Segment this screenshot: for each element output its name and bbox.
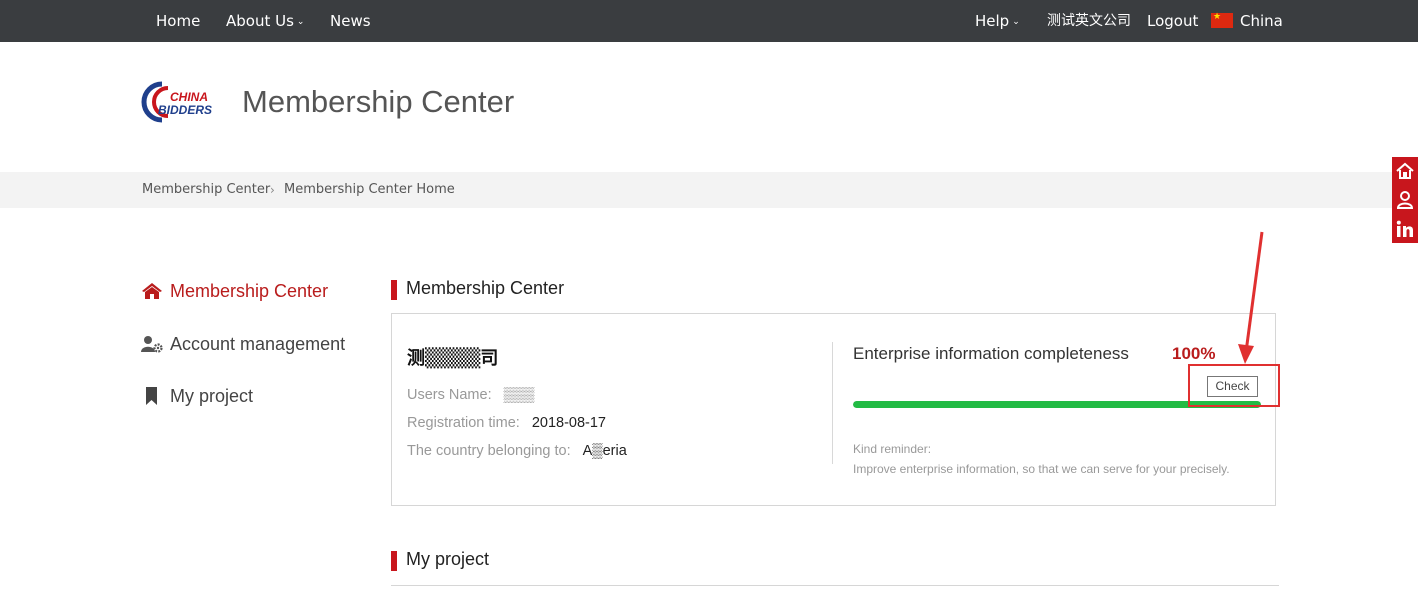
- china-flag-icon[interactable]: ★: [1211, 12, 1233, 28]
- registration-label: Registration time:: [407, 415, 520, 431]
- country-label: The country belonging to:: [407, 443, 571, 459]
- users-name-value: ▒▒▒: [503, 387, 535, 403]
- nav-company-link[interactable]: 测试英文公司: [1047, 0, 1131, 42]
- nav-news-link[interactable]: News: [330, 0, 371, 42]
- section-title: Membership Center: [406, 278, 565, 298]
- home-icon[interactable]: [1395, 161, 1415, 181]
- region-link[interactable]: China: [1240, 0, 1283, 42]
- nav-about-label: About Us: [226, 12, 294, 30]
- nav-help-label: Help: [975, 12, 1010, 30]
- users-name-label: Users Name:: [407, 387, 492, 403]
- annotation-arrow-icon: [1238, 231, 1264, 364]
- home-icon: [142, 283, 162, 299]
- logout-link[interactable]: Logout: [1147, 0, 1198, 42]
- users-name-row: Users Name: ▒▒▒: [407, 387, 534, 403]
- logo-text-top: CHINA: [170, 90, 208, 104]
- chevron-right-icon: ›: [270, 183, 275, 197]
- breadcrumb-item-membership[interactable]: Membership Center: [142, 172, 270, 208]
- section-divider: [391, 585, 1279, 586]
- breadcrumb: Membership Center › Membership Center Ho…: [0, 172, 1418, 208]
- section-title: My project: [406, 549, 490, 569]
- reminder-text: Improve enterprise information, so that …: [853, 462, 1230, 476]
- nav-about-link[interactable]: About Us ⌄: [226, 0, 304, 42]
- chevron-down-icon: ⌄: [296, 17, 305, 27]
- chevron-down-icon: ⌄: [1012, 17, 1020, 27]
- membership-info-card: 测▒▒▒▒司 Users Name: ▒▒▒ Registration time:…: [391, 313, 1276, 506]
- nav-home-link[interactable]: Home: [156, 0, 200, 42]
- logo-text-bottom: BIDDERS: [158, 103, 212, 117]
- annotation-highlight-box: [1188, 364, 1280, 407]
- sidebar-item-label: My project: [170, 386, 254, 406]
- china-bidders-logo[interactable]: CHINA BIDDERS: [140, 80, 224, 124]
- top-nav-bar: Home About Us ⌄ News Help ⌄ 测试英文公司 Logout …: [0, 0, 1418, 42]
- section-marker: [391, 551, 397, 571]
- breadcrumb-item-home: Membership Center Home: [284, 182, 455, 197]
- linkedin-icon[interactable]: [1395, 219, 1415, 239]
- sidebar-item-label: Membership Center: [170, 281, 329, 301]
- sidebar-item-label: Account management: [170, 334, 346, 354]
- user-gear-icon: [141, 336, 163, 353]
- registration-row: Registration time: 2018-08-17: [407, 415, 606, 431]
- bookmark-icon: [146, 387, 157, 405]
- floating-sidebar: [1392, 157, 1418, 243]
- user-icon[interactable]: [1395, 190, 1415, 210]
- company-name: 测▒▒▒▒司: [407, 348, 499, 369]
- card-divider: [832, 342, 833, 464]
- completeness-label: Enterprise information completeness: [853, 344, 1129, 363]
- country-value: A▒eria: [582, 443, 627, 459]
- page-title: Membership Center: [242, 84, 515, 119]
- completeness-percent: 100%: [1172, 344, 1216, 363]
- section-marker: [391, 280, 397, 300]
- country-row: The country belonging to: A▒eria: [407, 443, 627, 459]
- registration-value: 2018-08-17: [531, 415, 606, 431]
- nav-help-link[interactable]: Help ⌄: [975, 0, 1020, 42]
- reminder-title: Kind reminder:: [853, 442, 932, 456]
